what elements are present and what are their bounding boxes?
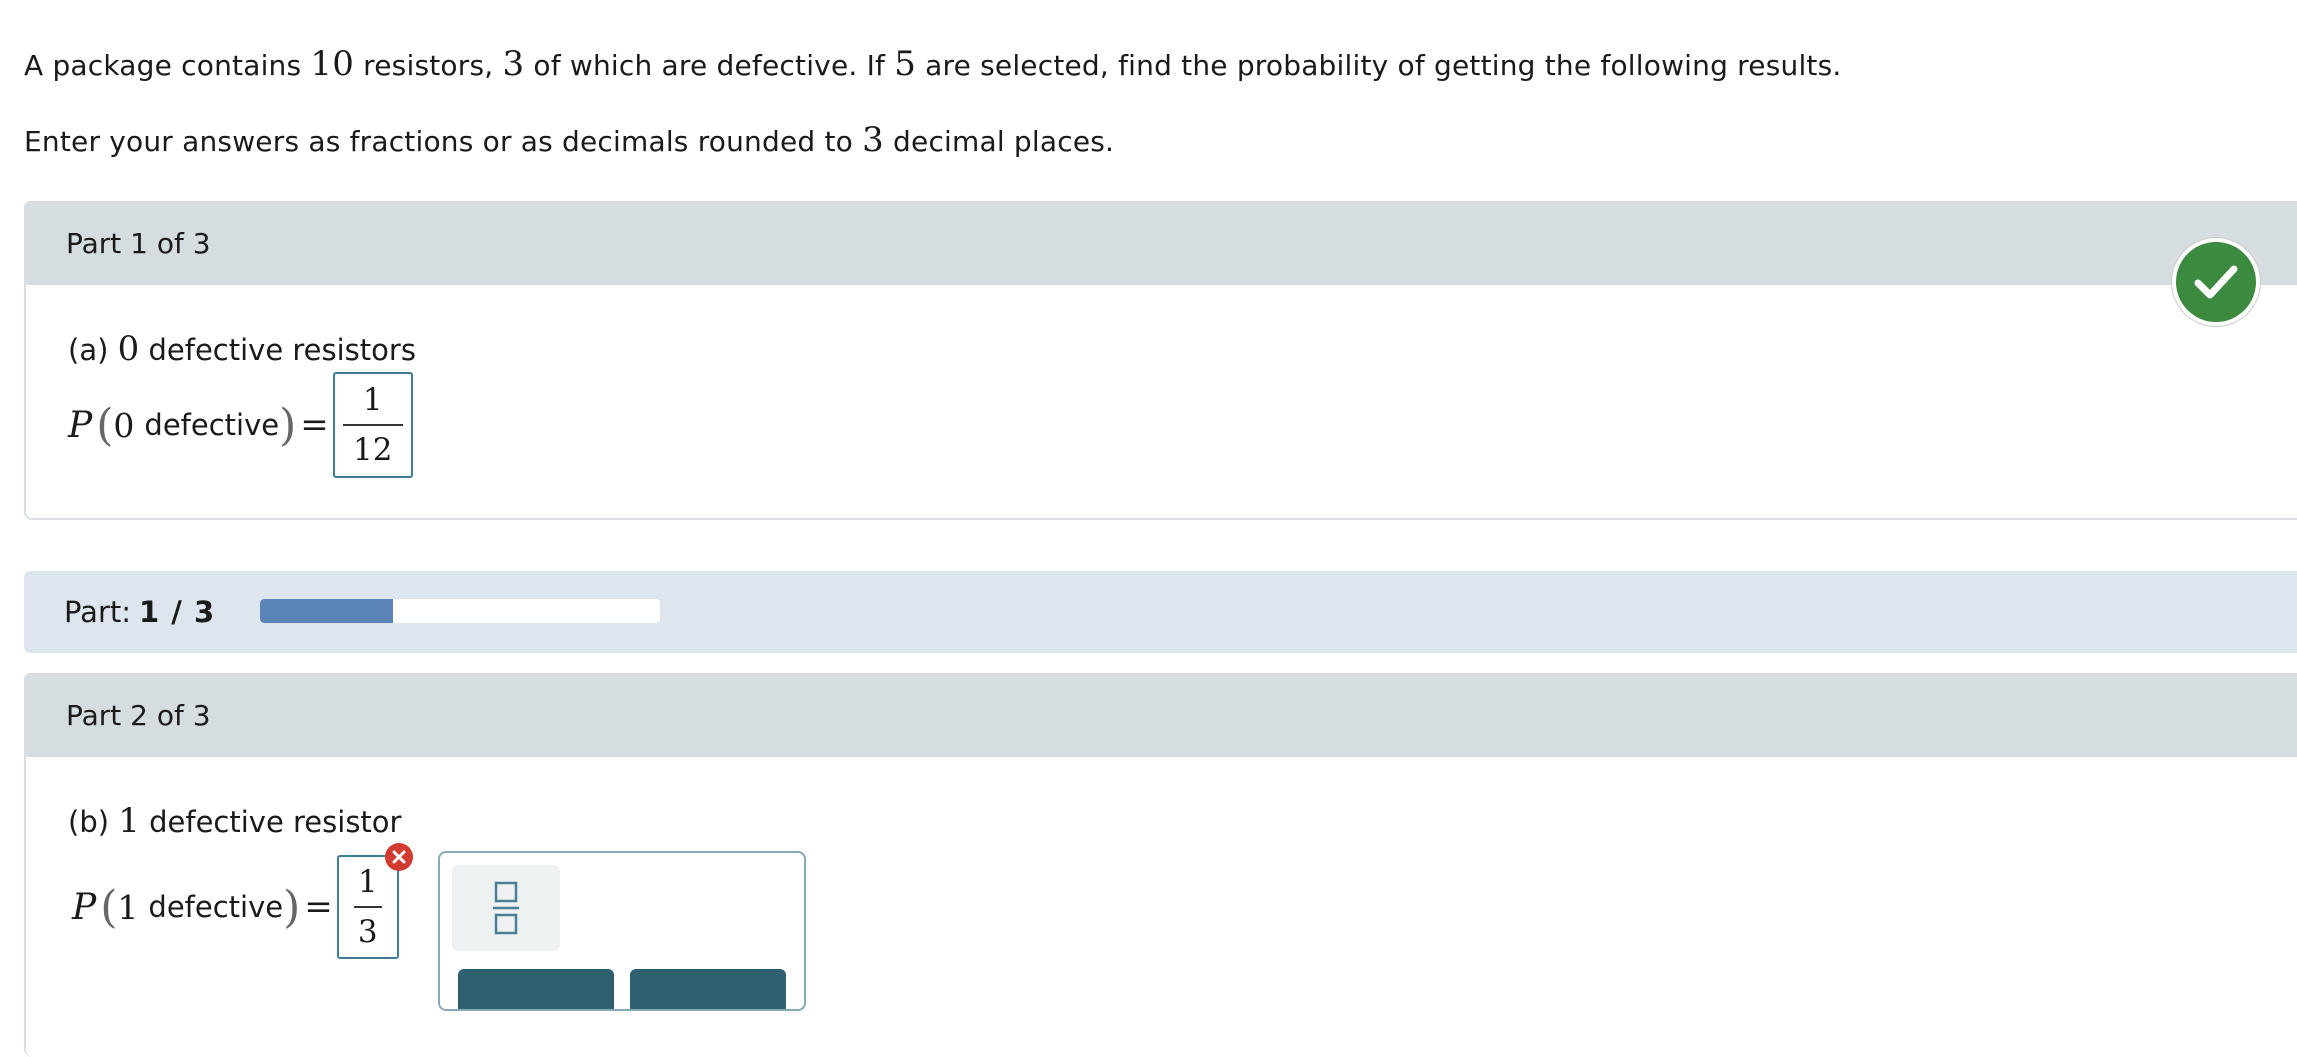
progress-value: 1 / 3 [139, 595, 216, 629]
probability-symbol: P [68, 404, 93, 446]
progress-track [260, 599, 660, 623]
equals-sign: = [304, 887, 333, 927]
defective-word: defective [144, 408, 280, 442]
answer-numerator: 1 [362, 382, 383, 418]
problem-text: are selected, find the probability of ge… [916, 49, 1842, 82]
answer-denominator: 12 [353, 432, 393, 468]
question-b: (b) 1 defective resistor [68, 801, 401, 841]
fraction-template-icon [493, 881, 519, 935]
problem-number: 10 [310, 44, 355, 84]
palette-tool-button[interactable] [458, 969, 614, 1009]
question-label: (a) [68, 333, 118, 367]
question-number: 1 [118, 801, 140, 841]
question-text: defective resistor [139, 805, 402, 839]
problem-number: 5 [894, 44, 917, 84]
instruction-number: 3 [862, 120, 884, 160]
problem-text: of which are defective. If [524, 49, 895, 82]
part-progress-bar: Part: 1 / 3 [24, 571, 2297, 653]
defect-count: 0 [113, 405, 135, 445]
close-paren: ) [279, 399, 297, 451]
problem-text: resistors, [354, 49, 503, 82]
fraction-bar [353, 906, 382, 908]
progress-fill [260, 599, 394, 623]
fraction-template-button[interactable] [452, 865, 560, 951]
open-paren: ( [96, 399, 114, 451]
defect-count: 1 [117, 887, 139, 927]
part-2-body: (b) 1 defective resistor P ( 1 defective… [24, 757, 2297, 1057]
correct-check-icon [2172, 238, 2260, 326]
part-2-header: Part 2 of 3 [24, 673, 2297, 757]
probability-symbol: P [72, 886, 97, 928]
defective-word: defective [148, 890, 284, 924]
problem-text: A package contains [24, 49, 311, 82]
open-paren: ( [100, 881, 118, 933]
question-number: 0 [117, 329, 140, 369]
problem-number: 3 [502, 44, 525, 84]
equation-a: P ( 0 defective ) = 1 12 [68, 372, 413, 478]
incorrect-x-icon [384, 843, 413, 871]
answer-instructions: Enter your answers as fractions or as de… [24, 120, 1114, 160]
palette-tool-button[interactable] [630, 969, 786, 1009]
instruction-text: Enter your answers as fractions or as de… [24, 125, 863, 158]
question-label: (b) [68, 805, 119, 839]
instruction-text: decimal places. [883, 125, 1115, 158]
part-1-header: Part 1 of 3 [24, 201, 2297, 285]
math-input-palette [438, 851, 806, 1011]
part-1-body: (a) 0 defective resistors P ( 0 defectiv… [24, 285, 2297, 520]
answer-numerator: 1 [357, 864, 378, 900]
answer-input-a[interactable]: 1 12 [332, 372, 413, 478]
question-a: (a) 0 defective resistors [68, 329, 416, 369]
fraction-bar [342, 424, 403, 426]
equation-b: P ( 1 defective ) = 1 3 [72, 843, 413, 959]
progress-label: Part: [64, 595, 132, 629]
answer-denominator: 3 [357, 914, 378, 950]
equals-sign: = [300, 405, 329, 445]
question-text: defective resistors [139, 333, 416, 367]
part-2-title: Part 2 of 3 [66, 698, 211, 732]
close-paren: ) [283, 881, 301, 933]
part-1-title: Part 1 of 3 [66, 226, 211, 260]
problem-statement: A package contains 10 resistors, 3 of wh… [24, 44, 1842, 84]
answer-input-b[interactable]: 1 3 [336, 843, 413, 959]
